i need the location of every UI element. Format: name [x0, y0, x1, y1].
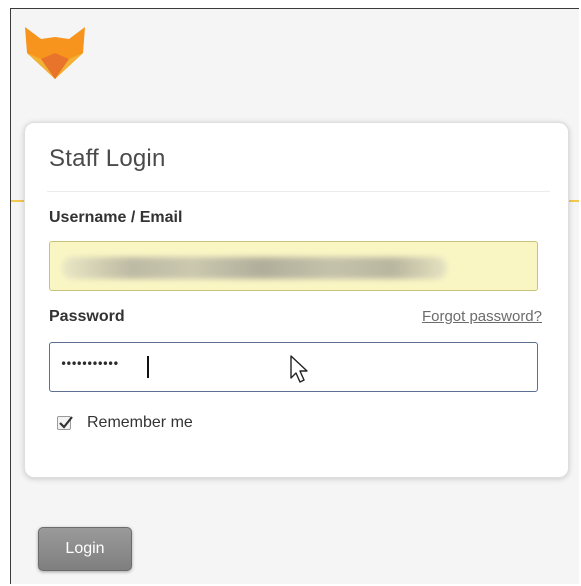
text-caret: [147, 356, 149, 378]
password-label: Password: [49, 308, 125, 325]
username-label: Username / Email: [49, 209, 183, 226]
checkmark-icon: [59, 416, 73, 429]
app-frame: Staff Login Username / Email Password Fo…: [10, 8, 579, 584]
login-card: Staff Login Username / Email Password Fo…: [24, 122, 569, 478]
login-title: Staff Login: [49, 145, 166, 172]
login-button[interactable]: Login: [38, 527, 132, 571]
remember-me-checkbox[interactable]: [57, 416, 73, 430]
remember-me-label: Remember me: [87, 414, 193, 431]
mouse-pointer-icon: [289, 354, 311, 384]
username-obscured-value: [62, 257, 447, 279]
password-masked-value: •••••••••••: [60, 357, 120, 371]
username-input[interactable]: [49, 241, 538, 291]
title-divider: [47, 191, 550, 192]
fox-logo-icon: [25, 23, 85, 87]
forgot-password-link[interactable]: Forgot password?: [422, 308, 542, 325]
